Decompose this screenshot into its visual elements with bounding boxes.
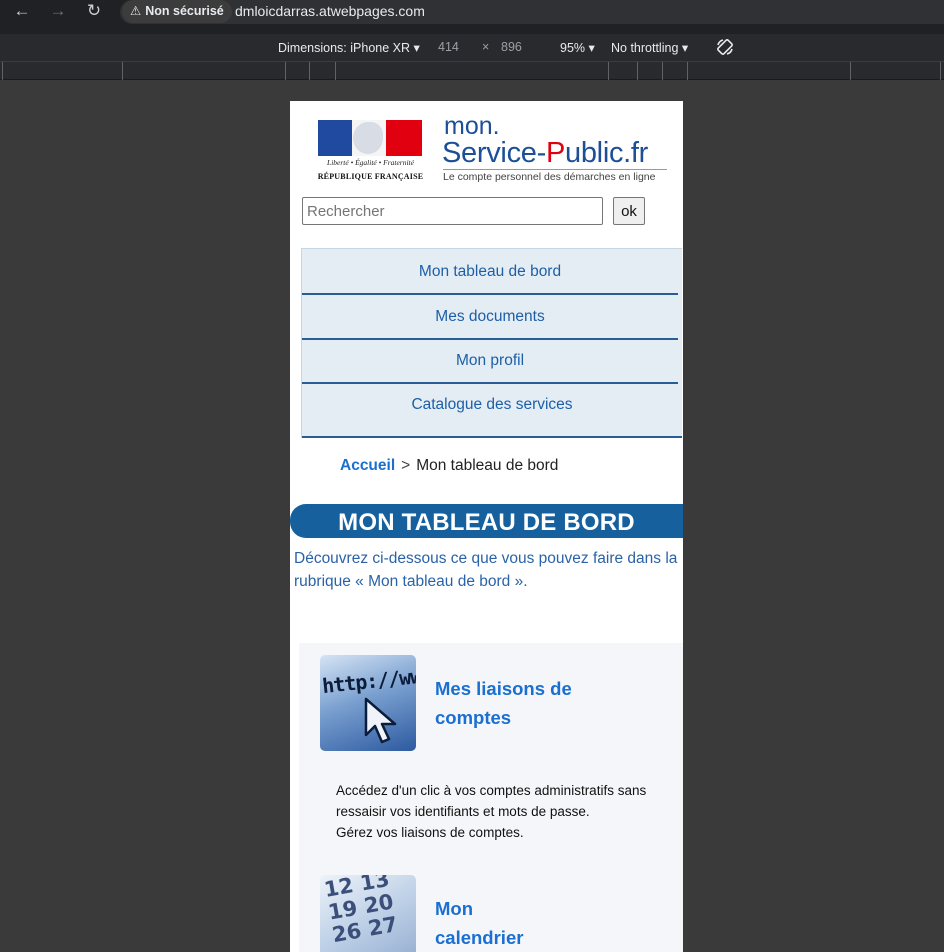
height-field[interactable]: 896 bbox=[501, 40, 522, 54]
back-icon[interactable]: ← bbox=[6, 0, 38, 24]
device-viewport: Liberté • Égalité • Fraternité RÉPUBLIQU… bbox=[290, 101, 683, 952]
search-ok-button[interactable]: ok bbox=[613, 197, 645, 225]
calendrier-image[interactable]: 12 13 19 20 26 27 bbox=[320, 875, 416, 952]
times-sign: × bbox=[482, 40, 490, 54]
reload-icon[interactable]: ↻ bbox=[78, 0, 110, 24]
brand-mon: mon. bbox=[444, 112, 500, 140]
menu-item-tableau-de-bord[interactable]: Mon tableau de bord bbox=[302, 249, 678, 295]
breadcrumb: Accueil > Mon tableau de bord bbox=[340, 457, 558, 475]
media-query-ruler bbox=[0, 61, 944, 80]
forward-icon[interactable]: → bbox=[42, 0, 74, 24]
marianne-icon bbox=[353, 122, 383, 154]
page-title: MON TABLEAU DE BORD bbox=[290, 504, 683, 538]
liaisons-comptes-image[interactable]: http://ww bbox=[320, 655, 416, 751]
brand-service-public: Service-Public.fr bbox=[442, 137, 649, 169]
url-bar[interactable]: ⚠ Non sécurisé dmloicdarras.atwebpages.co… bbox=[120, 0, 944, 24]
menu-item-catalogue[interactable]: Catalogue des services bbox=[302, 384, 682, 438]
cursor-arrow-icon bbox=[364, 697, 397, 744]
card-desc-liaisons: Accédez d'un clic à vos comptes administ… bbox=[336, 783, 647, 840]
brand-tagline: Le compte personnel des démarches en lig… bbox=[443, 171, 656, 183]
security-badge[interactable]: ⚠ Non sécurisé bbox=[122, 0, 232, 23]
card-title-liaisons[interactable]: Mes liaisons de comptes bbox=[435, 674, 572, 732]
rotate-icon[interactable] bbox=[716, 38, 734, 56]
browser-address-bar: ← → ↻ ⚠ Non sécurisé dmloicdarras.atwebpa… bbox=[0, 0, 944, 34]
url-text[interactable]: dmloicdarras.atwebpages.com bbox=[235, 0, 425, 22]
breadcrumb-home-link[interactable]: Accueil bbox=[340, 457, 395, 474]
throttling-select[interactable]: No throttling ▾ bbox=[611, 40, 688, 55]
width-field[interactable]: 414 bbox=[438, 40, 459, 54]
zoom-select[interactable]: 95% ▾ bbox=[560, 40, 595, 55]
breadcrumb-current: Mon tableau de bord bbox=[416, 457, 559, 474]
device-toolbar: Dimensions: iPhone XR ▾ 414 × 896 95% ▾ … bbox=[0, 34, 944, 61]
devise-text: Liberté • Égalité • Fraternité bbox=[327, 158, 414, 167]
menu-item-mes-documents[interactable]: Mes documents bbox=[302, 295, 678, 340]
menu-item-mon-profil[interactable]: Mon profil bbox=[302, 340, 678, 384]
device-select[interactable]: Dimensions: iPhone XR ▾ bbox=[278, 40, 420, 55]
site-header: Liberté • Égalité • Fraternité RÉPUBLIQU… bbox=[290, 101, 683, 191]
republique-text: RÉPUBLIQUE FRANÇAISE bbox=[317, 172, 424, 181]
search-input[interactable] bbox=[302, 197, 603, 225]
card-title-calendrier[interactable]: Mon calendrier bbox=[435, 894, 523, 952]
page-intro: Découvrez ci-dessous ce que vous pouvez … bbox=[294, 550, 678, 590]
warning-icon: ⚠ bbox=[130, 4, 142, 18]
main-menu: Mon tableau de bord Mes documents Mon pr… bbox=[301, 248, 682, 438]
services-list: http://ww Mes liaisons de comptes Accéde… bbox=[299, 643, 683, 952]
republique-francaise-logo[interactable]: Liberté • Égalité • Fraternité RÉPUBLIQU… bbox=[317, 120, 424, 184]
breadcrumb-separator: > bbox=[401, 457, 411, 474]
